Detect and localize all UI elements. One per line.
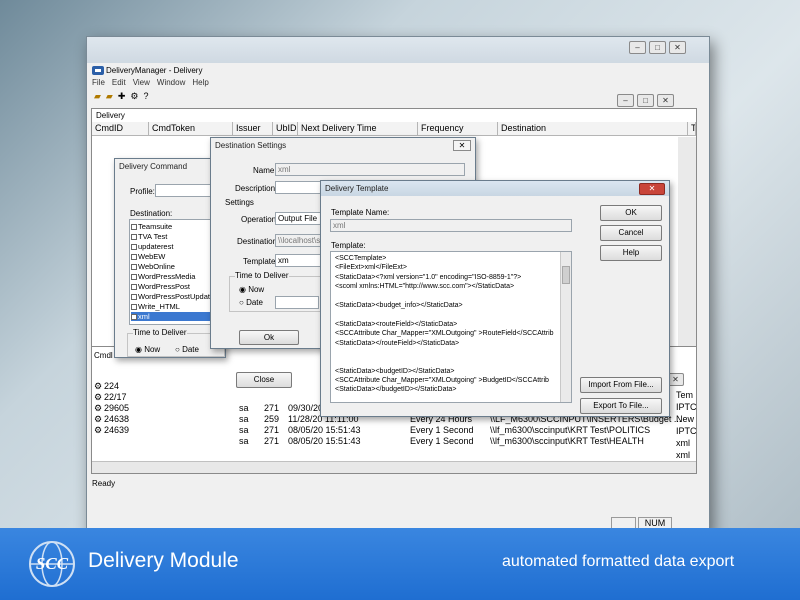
app-title: DeliveryManager - Delivery bbox=[106, 66, 203, 75]
delivery-template-dialog: Delivery Template ✕ Template Name: xml T… bbox=[320, 180, 670, 417]
column-header[interactable]: T bbox=[688, 122, 696, 135]
template-scrollbar[interactable] bbox=[560, 252, 571, 402]
settings-icon[interactable]: ⚙ bbox=[130, 91, 138, 102]
date-field[interactable] bbox=[275, 296, 319, 309]
template-label: Template: bbox=[331, 241, 366, 250]
column-header[interactable]: CmdID bbox=[92, 122, 149, 135]
import-from-file-button[interactable]: Import From File... bbox=[580, 377, 662, 393]
app-icon bbox=[92, 65, 104, 76]
child-title: Delivery bbox=[96, 111, 125, 120]
now-radio[interactable]: ◉ Now bbox=[135, 345, 160, 354]
dialog-title: Delivery Template bbox=[325, 184, 389, 193]
close-icon[interactable]: ✕ bbox=[453, 140, 471, 151]
date-radio[interactable]: ○ Date bbox=[239, 298, 263, 307]
operation-select[interactable]: Output File bbox=[275, 212, 323, 225]
close-button[interactable]: ✕ bbox=[669, 41, 686, 54]
banner-tagline: automated formatted data export bbox=[502, 553, 735, 570]
row-status-icon: ⚙ bbox=[94, 403, 103, 413]
child-window-controls: – □ ✕ bbox=[617, 94, 674, 107]
column-header[interactable]: Frequency bbox=[418, 122, 498, 135]
ok-button[interactable]: Ok bbox=[239, 330, 299, 345]
minimize-button[interactable]: – bbox=[629, 41, 646, 54]
template-name-label: Template Name: bbox=[331, 208, 390, 217]
list-item[interactable]: WordPressMedia bbox=[131, 272, 195, 281]
destination-label: Destination: bbox=[237, 237, 280, 246]
menu-help[interactable]: Help bbox=[192, 78, 208, 87]
horizontal-scrollbar[interactable] bbox=[92, 461, 696, 473]
save-icon[interactable]: ▰ bbox=[106, 91, 113, 102]
open-icon[interactable]: ▰ bbox=[94, 91, 101, 102]
help-icon[interactable]: ? bbox=[143, 91, 148, 102]
dialog-title: Destination Settings bbox=[215, 141, 287, 150]
list-item[interactable]: TVA Test bbox=[131, 232, 167, 241]
menubar: File Edit View Window Help bbox=[92, 78, 209, 87]
template-textarea[interactable]: <SCCTemplate> <FileExt>xml</FileExt> <St… bbox=[330, 251, 572, 403]
child-maximize-button[interactable]: □ bbox=[637, 94, 654, 107]
menu-window[interactable]: Window bbox=[157, 78, 185, 87]
list-item[interactable]: WebEW bbox=[131, 252, 165, 261]
row-status-icon: ⚙ bbox=[94, 425, 103, 435]
row-status-icon: ⚙ bbox=[94, 414, 103, 424]
template-column: Tem IPTC New IPTC xml xml bbox=[676, 390, 697, 460]
time-group-label: Time to Deliver bbox=[133, 328, 187, 337]
close-icon[interactable]: ✕ bbox=[639, 183, 665, 195]
child-vertical-scrollbar[interactable] bbox=[678, 137, 696, 347]
column-header[interactable]: Next Delivery Time bbox=[298, 122, 418, 135]
log-header: Cmdl bbox=[94, 351, 113, 360]
destination-label: Destination: bbox=[130, 209, 173, 218]
list-item[interactable]: Write_HTML bbox=[131, 302, 180, 311]
help-button[interactable]: Help bbox=[600, 245, 662, 261]
list-item[interactable]: WordPressPost bbox=[131, 282, 190, 291]
scrollbar-thumb[interactable] bbox=[562, 266, 570, 284]
list-item[interactable]: WordPressPostUpdate bbox=[131, 292, 214, 301]
row-status-icon: ⚙ bbox=[94, 392, 103, 402]
time-group-label: Time to Deliver bbox=[235, 271, 289, 280]
scc-logo: SCC bbox=[24, 535, 80, 593]
child-minimize-button[interactable]: – bbox=[617, 94, 634, 107]
banner-title: Delivery Module bbox=[88, 549, 239, 572]
maximize-button[interactable]: □ bbox=[649, 41, 666, 54]
menu-edit[interactable]: Edit bbox=[112, 78, 126, 87]
list-item[interactable]: updaterest bbox=[131, 242, 173, 251]
name-field[interactable]: xml bbox=[275, 163, 465, 176]
dialog-title: Delivery Command bbox=[119, 162, 188, 171]
settings-label: Settings bbox=[225, 198, 254, 207]
menu-file[interactable]: File bbox=[92, 78, 105, 87]
now-radio[interactable]: ◉ Now bbox=[239, 285, 264, 294]
outer-window-controls: – □ ✕ bbox=[629, 41, 686, 54]
description-label: Description: bbox=[235, 184, 278, 193]
list-item[interactable]: WebOnline bbox=[131, 262, 175, 271]
date-radio[interactable]: ○ Date bbox=[175, 345, 199, 354]
operation-label: Operation: bbox=[241, 215, 279, 224]
list-item[interactable]: Teamsuite bbox=[131, 222, 172, 231]
column-header[interactable]: Issuer bbox=[233, 122, 273, 135]
logo-text: SCC bbox=[36, 554, 69, 573]
child-close-button[interactable]: ✕ bbox=[657, 94, 674, 107]
destination-field[interactable]: \\localhost\scc bbox=[275, 234, 323, 247]
column-header-row: CmdID CmdToken Issuer UbID Next Delivery… bbox=[92, 122, 696, 136]
outer-titlebar bbox=[87, 37, 709, 63]
column-header[interactable]: Destination bbox=[498, 122, 688, 135]
list-item-selected[interactable]: xml bbox=[131, 312, 211, 321]
template-label: Template: bbox=[243, 257, 278, 266]
profile-label: Profile: bbox=[130, 187, 155, 196]
row-status-icon: ⚙ bbox=[94, 381, 103, 391]
ok-button[interactable]: OK bbox=[600, 205, 662, 221]
name-label: Name: bbox=[253, 166, 277, 175]
export-to-file-button[interactable]: Export To File... bbox=[580, 398, 662, 414]
cancel-button[interactable]: Cancel bbox=[600, 225, 662, 241]
menu-view[interactable]: View bbox=[133, 78, 150, 87]
template-select[interactable]: xm bbox=[275, 254, 323, 267]
column-header[interactable]: CmdToken bbox=[149, 122, 233, 135]
toolbar: ▰ ▰ ✚ ⚙ ? bbox=[94, 91, 148, 102]
template-name-field[interactable]: xml bbox=[330, 219, 572, 232]
column-header[interactable]: UbID bbox=[273, 122, 298, 135]
status-text: Ready bbox=[92, 479, 116, 488]
run-icon[interactable]: ✚ bbox=[118, 91, 126, 102]
close-button[interactable]: Close bbox=[236, 372, 292, 388]
